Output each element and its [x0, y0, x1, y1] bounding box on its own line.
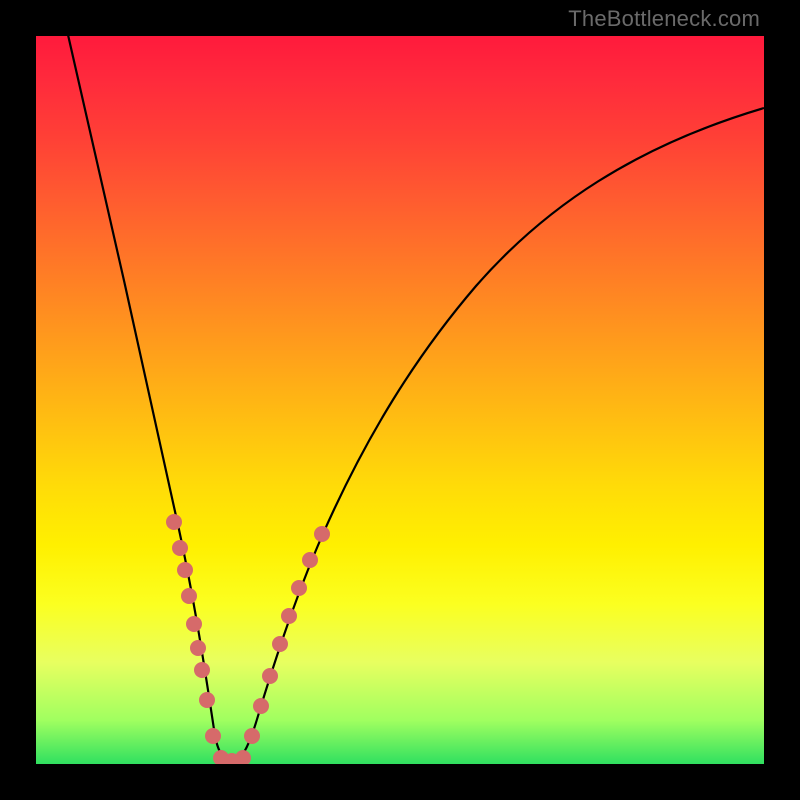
marker-dot [314, 526, 330, 542]
marker-dot [199, 692, 215, 708]
marker-dot [177, 562, 193, 578]
watermark-text: TheBottleneck.com [568, 6, 760, 32]
chart-svg [36, 36, 764, 764]
marker-dot [235, 750, 251, 764]
marker-dot [281, 608, 297, 624]
marker-dot [291, 580, 307, 596]
marker-dot [205, 728, 221, 744]
marker-dot [302, 552, 318, 568]
marker-dot [172, 540, 188, 556]
marker-dot [186, 616, 202, 632]
marker-dot [253, 698, 269, 714]
chart-frame: TheBottleneck.com [0, 0, 800, 800]
marker-dot [190, 640, 206, 656]
marker-dot [244, 728, 260, 744]
marker-dot [272, 636, 288, 652]
plot-area [36, 36, 764, 764]
bottleneck-curve [66, 36, 764, 762]
marker-dot [166, 514, 182, 530]
marker-dot [194, 662, 210, 678]
marker-dot [181, 588, 197, 604]
marker-dot [262, 668, 278, 684]
